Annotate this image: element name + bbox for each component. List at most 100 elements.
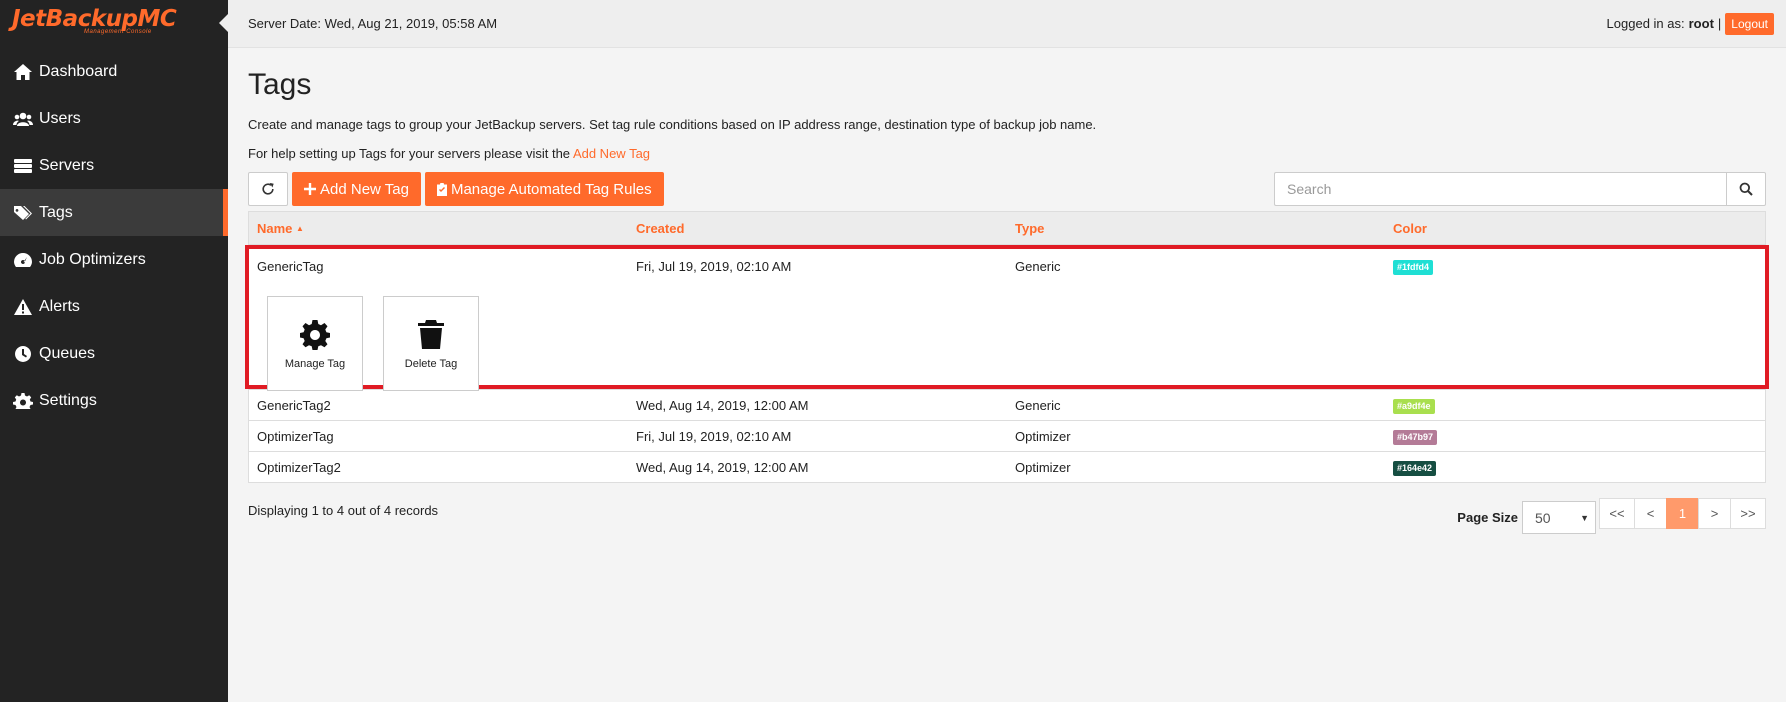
cell-color: #164e42: [1385, 459, 1765, 476]
logo[interactable]: JetBackupMC Management Console: [0, 0, 228, 48]
table-row[interactable]: GenericTag2 Wed, Aug 14, 2019, 12:00 AM …: [249, 389, 1765, 420]
servers-icon: [13, 157, 39, 175]
cell-color: #a9df4e: [1385, 397, 1765, 414]
table-row[interactable]: OptimizerTag2 Wed, Aug 14, 2019, 12:00 A…: [249, 451, 1765, 482]
sort-asc-icon: ▲: [296, 223, 304, 233]
cell-name: OptimizerTag2: [257, 459, 341, 475]
sidebar-item-label: Tags: [39, 203, 73, 221]
expanded-row-highlight: GenericTag Fri, Jul 19, 2019, 02:10 AM G…: [245, 245, 1769, 391]
toolbar: Add New Tag Manage Automated Tag Rules: [248, 172, 1766, 206]
login-info: Logged in as: root | Logout: [1607, 12, 1774, 35]
cell-created: Wed, Aug 14, 2019, 12:00 AM: [636, 397, 809, 413]
table-row[interactable]: OptimizerTag Fri, Jul 19, 2019, 02:10 AM…: [249, 420, 1765, 451]
last-page-button[interactable]: >>: [1730, 498, 1766, 529]
delete-tag-button[interactable]: Delete Tag: [383, 296, 479, 391]
color-badge: #a9df4e: [1393, 398, 1435, 414]
separator: |: [1717, 16, 1722, 31]
warning-icon: [13, 298, 39, 316]
help-text: For help setting up Tags for your server…: [248, 146, 1766, 161]
table-footer: Displaying 1 to 4 out of 4 records Page …: [248, 498, 1766, 541]
delete-tag-label: Delete Tag: [404, 357, 458, 370]
refresh-button[interactable]: [248, 172, 288, 206]
chevron-down-icon: ▼: [1580, 512, 1589, 523]
page-size-value: 50: [1535, 509, 1551, 526]
page-title: Tags: [248, 68, 312, 101]
add-new-tag-label: Add New Tag: [320, 180, 409, 198]
clock-icon: [13, 345, 39, 363]
sidebar-item-alerts[interactable]: Alerts: [0, 283, 228, 330]
manage-automated-tag-rules-button[interactable]: Manage Automated Tag Rules: [424, 172, 664, 206]
page-1-button[interactable]: 1: [1666, 498, 1699, 529]
manage-tag-button[interactable]: Manage Tag: [267, 296, 363, 391]
users-icon: [13, 110, 39, 128]
cell-created: Fri, Jul 19, 2019, 02:10 AM: [636, 259, 792, 274]
sidebar-item-dashboard[interactable]: Dashboard: [0, 48, 228, 95]
cell-type: Optimizer: [1015, 459, 1071, 475]
sidebar-item-label: Queues: [39, 344, 96, 362]
sidebar-item-queues[interactable]: Queues: [0, 330, 228, 377]
cell-created: Wed, Aug 14, 2019, 12:00 AM: [636, 459, 809, 475]
add-new-tag-button[interactable]: Add New Tag: [292, 172, 421, 206]
column-header-created[interactable]: Created: [628, 221, 1007, 236]
logo-subtitle: Management Console: [84, 29, 152, 35]
logout-button[interactable]: Logout: [1725, 12, 1774, 35]
sidebar-item-label: Job Optimizers: [39, 250, 146, 268]
sidebar-item-label: Alerts: [39, 297, 80, 315]
plus-icon: [304, 183, 316, 195]
sidebar-item-label: Users: [39, 109, 81, 127]
page-size-label: Page Size: [1457, 510, 1518, 525]
trash-icon: [418, 319, 444, 349]
sidebar-item-label: Settings: [39, 391, 97, 409]
search-icon: [1739, 182, 1753, 196]
sidebar-item-users[interactable]: Users: [0, 95, 228, 142]
cell-type: Generic: [1015, 259, 1061, 274]
cell-type: Generic: [1015, 397, 1061, 413]
username: root: [1688, 16, 1714, 31]
search-group: [1274, 172, 1766, 206]
sidebar-item-servers[interactable]: Servers: [0, 142, 228, 189]
column-header-type[interactable]: Type: [1007, 221, 1385, 236]
help-link[interactable]: Add New Tag: [573, 146, 650, 161]
tags-icon: [13, 204, 39, 222]
sidebar-nav: Dashboard Users Servers Tags Job Optimiz…: [0, 48, 228, 424]
main-content: Tags Create and manage tags to group you…: [245, 48, 1769, 541]
search-button[interactable]: [1726, 172, 1766, 206]
cell-color: #b47b97: [1385, 428, 1765, 445]
manage-rules-label: Manage Automated Tag Rules: [450, 180, 652, 198]
color-badge: #1fdfd4: [1393, 260, 1434, 275]
cell-type: Optimizer: [1015, 428, 1071, 444]
sidebar-item-job-optimizers[interactable]: Job Optimizers: [0, 236, 228, 283]
sidebar-toggle-notch: [219, 14, 228, 32]
cell-color: #1fdfd4: [1385, 258, 1765, 275]
gauge-icon: [13, 251, 39, 269]
help-prefix: For help setting up Tags for your server…: [248, 146, 571, 161]
home-icon: [13, 63, 39, 81]
cell-name: GenericTag2: [257, 397, 331, 413]
sidebar-item-tags[interactable]: Tags: [0, 189, 228, 236]
table-header: Name ▲ Created Type Color: [249, 212, 1765, 245]
column-header-name[interactable]: Name ▲: [249, 221, 628, 236]
prev-page-button[interactable]: <: [1634, 498, 1667, 529]
color-badge: #b47b97: [1393, 429, 1438, 445]
first-page-button[interactable]: <<: [1599, 498, 1635, 529]
table-row[interactable]: GenericTag Fri, Jul 19, 2019, 02:10 AM G…: [249, 249, 1765, 284]
gear-icon: [300, 319, 330, 350]
sidebar-item-settings[interactable]: Settings: [0, 377, 228, 424]
records-count: Displaying 1 to 4 out of 4 records: [248, 503, 439, 518]
pagination: << < 1 > >>: [1599, 498, 1766, 529]
sidebar-item-label: Servers: [39, 156, 95, 174]
color-badge: #164e42: [1393, 460, 1437, 476]
sidebar-item-label: Dashboard: [39, 62, 118, 80]
cell-name: GenericTag: [257, 259, 324, 274]
column-header-color[interactable]: Color: [1385, 221, 1765, 236]
sidebar: JetBackupMC Management Console Dashboard…: [0, 0, 228, 702]
cell-name: OptimizerTag: [257, 428, 334, 444]
tags-table: Name ▲ Created Type Color GenericTag Fri…: [245, 211, 1769, 483]
manage-tag-label: Manage Tag: [284, 357, 346, 370]
logo-brand: JetBackupMC: [12, 6, 177, 32]
gear-icon: [13, 392, 39, 410]
search-input[interactable]: [1274, 172, 1726, 206]
server-date: Server Date: Wed, Aug 21, 2019, 05:58 AM: [248, 16, 498, 31]
next-page-button[interactable]: >: [1698, 498, 1731, 529]
page-size-select[interactable]: 50 ▼: [1522, 501, 1596, 534]
